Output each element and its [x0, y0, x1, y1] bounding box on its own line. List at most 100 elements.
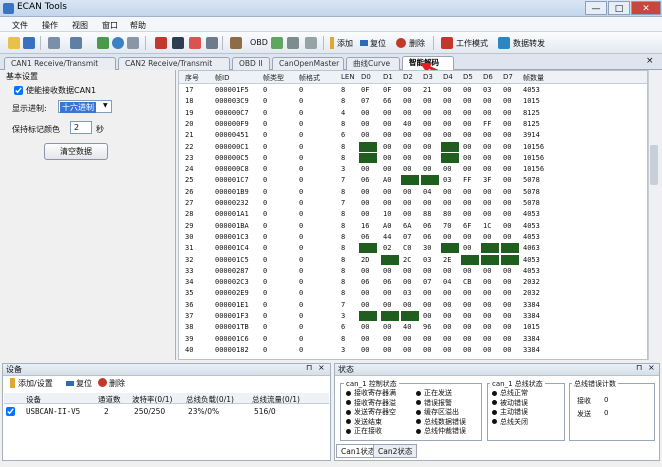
table-row[interactable]: 22 000000C1 0 0 8 00 00 00 00 00 00 10156	[179, 141, 647, 153]
clear-icon[interactable]	[189, 37, 201, 49]
device-add-button[interactable]: 添加/设置	[18, 378, 53, 389]
cut-icon[interactable]	[230, 37, 242, 49]
menu-file[interactable]: 文件	[12, 20, 28, 31]
table-row[interactable]: 40 00000182 0 0 3 00 00 00 00 00 00 00 00 3384	[179, 345, 647, 356]
list-icon[interactable]	[206, 37, 218, 49]
clear-data-button[interactable]: 清空数据	[44, 143, 108, 160]
status-item: 发送寄存器空	[346, 407, 396, 417]
device-panel-close-icon[interactable]: ×	[318, 363, 325, 372]
data-forward-button[interactable]: 数据转发	[513, 38, 545, 49]
refresh-icon[interactable]	[112, 37, 124, 49]
status-item: 错误报警	[416, 398, 452, 408]
vertical-scrollbar[interactable]	[648, 70, 660, 360]
table-row[interactable]: 39 000001C6 0 0 8 00 00 00 00 00 00 00 00 3384	[179, 334, 647, 345]
link-icon[interactable]	[287, 37, 299, 49]
grid-column-header[interactable]: 帧数量	[523, 73, 544, 83]
edit-icon[interactable]	[155, 37, 167, 49]
table-row[interactable]: 29 000001BA 0 0 8 16 A0 6A 06 70 6F 1C 00 4053	[179, 221, 647, 232]
grid-column-header[interactable]: 帧类型	[263, 73, 284, 83]
grid-column-header[interactable]: D4	[443, 73, 453, 81]
tab-can1[interactable]: CAN1 Receive/Transmit	[4, 57, 116, 70]
reset-icon	[66, 381, 74, 386]
device-icon[interactable]	[48, 37, 60, 49]
obd-icon[interactable]: OBD	[250, 38, 268, 47]
device-delete-button[interactable]: 删除	[109, 378, 125, 389]
grid-column-header[interactable]: LEN	[341, 73, 355, 81]
grid-column-header[interactable]: D3	[423, 73, 433, 81]
close-window-button[interactable]: ✕	[631, 1, 661, 15]
filter-icon[interactable]	[127, 37, 139, 49]
table-row[interactable]: 33 00000287 0 0 8 00 00 00 00 00 00 00 00 4053	[179, 266, 647, 277]
menu-operate[interactable]: 操作	[42, 20, 58, 31]
table-row[interactable]: 21 00000451 0 0 6 00 00 00 00 00 00 00 00 3914	[179, 130, 647, 141]
table-row[interactable]: 28 000001A1 0 0 8 00 10 00 88 80 00 00 00 4053	[179, 209, 647, 220]
export-icon[interactable]	[305, 37, 317, 49]
tab-curve[interactable]: 曲线Curve	[346, 57, 400, 70]
device-row-checkbox[interactable]	[6, 407, 15, 416]
table-row[interactable]: 20 000000F9 0 0 8 00 00 40 00 00 00 FF 00 8125	[179, 119, 647, 130]
menu-window[interactable]: 窗口	[102, 20, 118, 31]
table-row[interactable]: 34 000002C3 0 0 8 06 06 00 07 04 CB 00 00 2032	[179, 277, 647, 288]
open-icon[interactable]	[8, 37, 20, 49]
grid-column-header[interactable]: D7	[503, 73, 513, 81]
delete-button[interactable]: 删除	[409, 38, 425, 49]
table-cell: 00	[463, 108, 472, 117]
chevron-down-icon[interactable]: ▼	[103, 102, 108, 109]
device-panel-pin-icon[interactable]: ⊓	[306, 363, 312, 372]
table-cell: 00	[483, 323, 492, 332]
table-row[interactable]: 38 000001TB 0 0 6 00 00 40 96 00 00 00 00 1015	[179, 322, 647, 333]
menu-help[interactable]: 帮助	[130, 20, 146, 31]
table-row[interactable]: 31 000001C4 0 0 8 02 C0 30 00 4063	[179, 243, 647, 254]
add-button[interactable]: 添加	[337, 38, 353, 49]
menu-view[interactable]: 视图	[72, 20, 88, 31]
table-cell: 00	[503, 278, 512, 287]
grid-column-header[interactable]: 帧ID	[215, 73, 229, 83]
tab-obd[interactable]: OBD II	[232, 57, 270, 70]
table-row[interactable]: 18 000003C9 0 0 8 07 66 00 00 00 00 00 00 1015	[179, 96, 647, 107]
table-row[interactable]: 27 00000232 0 0 7 00 00 00 00 00 00 00 00 5078	[179, 198, 647, 209]
tab-can2[interactable]: CAN2 Receive/Transmit	[118, 57, 230, 70]
table-row[interactable]: 26 000001B9 0 0 8 00 00 00 04 00 00 00 00 5078	[179, 187, 647, 198]
device-row-name[interactable]: USBCAN-II-V5	[26, 407, 80, 416]
grid-column-header[interactable]: 帧格式	[299, 73, 320, 83]
table-cell: 16	[361, 221, 370, 230]
table-row[interactable]: 36 000001E1 0 0 7 00 00 00 00 00 00 00 00 3384	[179, 300, 647, 311]
status-panel-pin-icon[interactable]: ⊓	[636, 363, 642, 372]
tab-canopen[interactable]: CanOpenMaster	[272, 57, 344, 70]
table-row[interactable]: 19 000000C7 0 0 4 00 00 00 00 00 00 00 00 8125	[179, 108, 647, 119]
channel-icon[interactable]	[70, 37, 82, 49]
table-row[interactable]: 24 000000C8 0 0 3 00 00 00 00 00 00 00 00 10156	[179, 164, 647, 175]
device-reset-button[interactable]: 复位	[76, 378, 92, 389]
table-row[interactable]: 25 000001C7 0 0 7 06 A0 03 FF 3F 00 5078	[179, 175, 647, 186]
grid-column-header[interactable]: D0	[361, 73, 371, 81]
minimize-button[interactable]: —	[585, 1, 607, 15]
table-cell: 03	[443, 176, 452, 185]
grid-column-header[interactable]: D1	[383, 73, 393, 81]
tab-close-icon[interactable]: ×	[646, 56, 654, 66]
status-item: 总线仲裁错误	[416, 426, 466, 436]
grid-column-header[interactable]: 序号	[185, 73, 199, 83]
table-cell: 00	[403, 300, 412, 309]
work-mode-button[interactable]: 工作模式	[456, 38, 488, 49]
connect-icon[interactable]	[271, 37, 283, 49]
table-row[interactable]: 30 000001C3 0 0 8 06 44 07 06 00 00 00 00 4053	[179, 232, 647, 243]
start-icon[interactable]	[97, 37, 109, 49]
tools-icon[interactable]	[172, 37, 184, 49]
status-panel-close-icon[interactable]: ×	[648, 363, 655, 372]
reset-button[interactable]: 复位	[370, 38, 386, 49]
table-cell: 00	[443, 323, 452, 332]
table-row[interactable]: 17 000001F5 0 0 8 0F 0F 00 21 00 00 03 00 4053	[179, 85, 647, 96]
grid-column-header[interactable]: D5	[463, 73, 473, 81]
table-row[interactable]: 35 000002E9 0 0 8 00 00 03 00 00 00 00 00 2032	[179, 288, 647, 299]
enable-receive-checkbox[interactable]	[14, 86, 23, 95]
table-row[interactable]: 37 000001F3 0 0 3 00 00 00 00 00 3384	[179, 311, 647, 322]
data-forward-icon	[498, 37, 510, 49]
save-icon[interactable]	[23, 37, 35, 49]
maximize-button[interactable]: □	[608, 1, 630, 15]
tab-can2-status[interactable]: Can2状态	[373, 444, 418, 458]
table-row[interactable]: 23 000000C5 0 0 8 00 00 00 00 00 00 10156	[179, 152, 647, 164]
grid-column-header[interactable]: D6	[483, 73, 493, 81]
table-row[interactable]: 32 000001C5 0 0 8 2D 2C 03 2E 4053	[179, 254, 647, 266]
grid-column-header[interactable]: D2	[403, 73, 413, 81]
scrollbar-thumb[interactable]	[650, 145, 658, 185]
